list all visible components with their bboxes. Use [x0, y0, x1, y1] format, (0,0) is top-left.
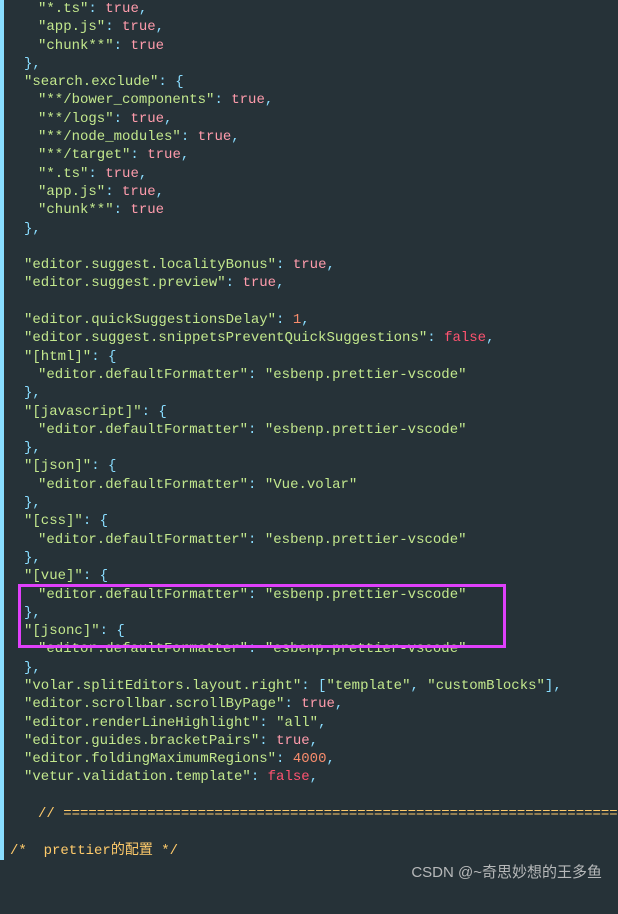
code-line: "editor.quickSuggestionsDelay": 1, [10, 311, 618, 329]
code-line: "chunk**": true [10, 37, 618, 55]
code-line: "editor.guides.bracketPairs": true, [10, 732, 618, 750]
code-line: }, [10, 439, 618, 457]
code-line: "search.exclude": { [10, 73, 618, 91]
code-line [10, 293, 618, 311]
code-line: "editor.defaultFormatter": "esbenp.prett… [10, 366, 618, 384]
code-line: "editor.defaultFormatter": "Vue.volar" [10, 476, 618, 494]
code-line: "vetur.validation.template": false, [10, 768, 618, 786]
code-line: "app.js": true, [10, 183, 618, 201]
code-line: "**/target": true, [10, 146, 618, 164]
code-line: "editor.scrollbar.scrollByPage": true, [10, 695, 618, 713]
code-line: "[jsonc]": { [10, 622, 618, 640]
code-line: "editor.defaultFormatter": "esbenp.prett… [10, 640, 618, 658]
code-line: "editor.defaultFormatter": "esbenp.prett… [10, 531, 618, 549]
code-line: "editor.renderLineHighlight": "all", [10, 714, 618, 732]
code-line: "volar.splitEditors.layout.right": ["tem… [10, 677, 618, 695]
code-editor[interactable]: "*.ts": true, "app.js": true, "chunk**":… [0, 0, 618, 860]
code-line: "**/node_modules": true, [10, 128, 618, 146]
code-line: "[html]": { [10, 348, 618, 366]
code-line: }, [10, 604, 618, 622]
code-comment-divider: // =====================================… [10, 805, 618, 823]
code-line: "[vue]": { [10, 567, 618, 585]
code-line: }, [10, 220, 618, 238]
code-line: }, [10, 384, 618, 402]
code-line: "editor.suggest.localityBonus": true, [10, 256, 618, 274]
code-line: }, [10, 494, 618, 512]
code-line: "[javascript]": { [10, 403, 618, 421]
watermark-text: CSDN @~奇思妙想的王多鱼 [411, 861, 602, 882]
code-line: "editor.defaultFormatter": "esbenp.prett… [10, 586, 618, 604]
code-line: "app.js": true, [10, 18, 618, 36]
code-line: "[css]": { [10, 512, 618, 530]
code-line: }, [10, 659, 618, 677]
code-line: "*.ts": true, [10, 165, 618, 183]
code-line [10, 238, 618, 256]
code-line: "[json]": { [10, 457, 618, 475]
code-line [10, 787, 618, 805]
code-line: "editor.foldingMaximumRegions": 4000, [10, 750, 618, 768]
code-line: "chunk**": true [10, 201, 618, 219]
code-line: "editor.suggest.snippetsPreventQuickSugg… [10, 329, 618, 347]
code-line: "editor.defaultFormatter": "esbenp.prett… [10, 421, 618, 439]
code-line: }, [10, 549, 618, 567]
code-line [10, 823, 618, 841]
code-comment-prettier: /* prettier的配置 */ [10, 842, 618, 860]
code-line: "editor.suggest.preview": true, [10, 274, 618, 292]
code-line: "**/bower_components": true, [10, 91, 618, 109]
code-line: }, [10, 55, 618, 73]
code-line: "*.ts": true, [10, 0, 618, 18]
code-line: "**/logs": true, [10, 110, 618, 128]
